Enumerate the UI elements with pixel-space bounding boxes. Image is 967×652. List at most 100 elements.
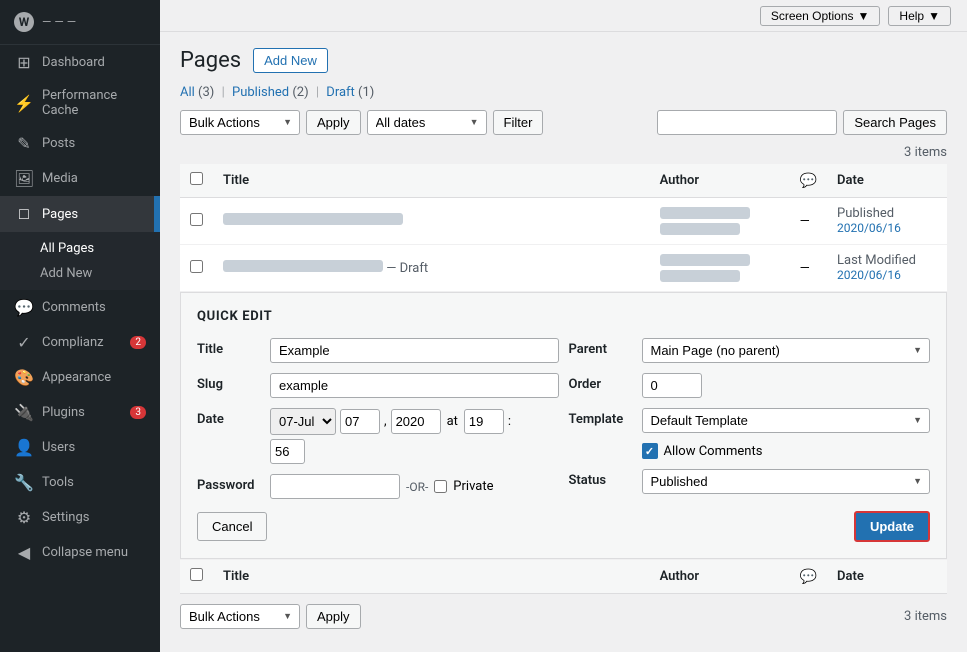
sidebar-item-settings[interactable]: ⚙ Settings <box>0 500 160 535</box>
qe-slug-input[interactable] <box>270 373 559 398</box>
sidebar-item-collapse[interactable]: ◀ Collapse menu <box>0 535 160 570</box>
row1-title-blurred <box>223 213 403 225</box>
row1-date-link[interactable]: 2020/06/16 <box>837 221 901 235</box>
apply-button[interactable]: Apply <box>306 110 361 135</box>
qe-parent-label: Parent <box>569 338 634 357</box>
qe-date-row: Date 07-Jul , <box>197 408 559 464</box>
sidebar-item-complianz[interactable]: ✓ Complianz 2 <box>0 325 160 360</box>
cancel-button[interactable]: Cancel <box>197 512 267 541</box>
qe-parent-select[interactable]: Main Page (no parent) <box>642 338 931 363</box>
search-pages-button[interactable]: Search Pages <box>843 110 947 135</box>
table-row: — Draft — Last Modified 2020/06/16 <box>180 245 947 292</box>
bottom-apply-button[interactable]: Apply <box>306 604 361 629</box>
screen-options-button[interactable]: Screen Options ▼ <box>760 6 881 26</box>
items-count-top: 3 items <box>180 145 947 160</box>
sidebar-item-pages[interactable]: □ Pages <box>0 196 160 232</box>
row2-checkbox[interactable] <box>190 260 203 273</box>
sidebar-item-appearance[interactable]: 🎨 Appearance <box>0 360 160 395</box>
sidebar-subitem-all-pages[interactable]: All Pages <box>40 236 160 261</box>
comments-column-header[interactable]: 💬 <box>790 164 827 198</box>
qe-min-input[interactable] <box>270 439 305 464</box>
bottom-date-header[interactable]: Date <box>827 560 947 594</box>
sidebar: W — — — ⊞ Dashboard ⚡ Performance Cache … <box>0 0 160 652</box>
row2-status: Last Modified <box>837 253 916 268</box>
sidebar-item-plugins[interactable]: 🔌 Plugins 3 <box>0 395 160 430</box>
filter-published-link[interactable]: Published (2) <box>232 85 309 100</box>
title-column-header[interactable]: Title <box>213 164 650 198</box>
media-icon: 🖼 <box>14 169 34 188</box>
author-header-label: Author <box>660 173 700 188</box>
add-new-button[interactable]: Add New <box>253 48 328 73</box>
filter-all-link[interactable]: All (3) <box>180 85 214 100</box>
row1-author-line2 <box>660 223 740 235</box>
all-dates-select-wrapper[interactable]: All dates <box>367 110 487 135</box>
filter-button[interactable]: Filter <box>493 110 544 135</box>
active-arrow <box>154 196 160 232</box>
sidebar-item-tools[interactable]: 🔧 Tools <box>0 465 160 500</box>
quick-edit-grid: Title Slug Date <box>197 338 930 499</box>
qe-date-label: Date <box>197 408 262 427</box>
help-button[interactable]: Help ▼ <box>888 6 951 26</box>
qe-allow-comments-checkbox[interactable] <box>642 443 658 459</box>
bottom-title-header[interactable]: Title <box>213 560 650 594</box>
row2-date-link[interactable]: 2020/06/16 <box>837 268 901 282</box>
qe-date-row-2 <box>270 439 511 464</box>
qe-month-select[interactable]: 07-Jul <box>270 408 336 435</box>
qe-title-input[interactable] <box>270 338 559 363</box>
qe-private-checkbox[interactable] <box>434 480 447 493</box>
qe-date-row-1: 07-Jul , at : <box>270 408 511 435</box>
complianz-icon: ✓ <box>14 333 34 352</box>
sidebar-item-performance-cache[interactable]: ⚡ Performance Cache <box>0 80 160 126</box>
sidebar-item-users[interactable]: 👤 Users <box>0 430 160 465</box>
date-column-header[interactable]: Date <box>827 164 947 198</box>
table-header-row: Title Author 💬 Date <box>180 164 947 198</box>
row2-author-line1 <box>660 254 750 266</box>
qe-password-inputs: -OR- Private <box>270 474 493 499</box>
sidebar-item-dashboard[interactable]: ⊞ Dashboard <box>0 45 160 80</box>
search-input[interactable] <box>657 110 837 135</box>
sidebar-item-posts[interactable]: ✎ Posts <box>0 126 160 161</box>
sidebar-item-label: Media <box>42 171 78 186</box>
select-all-checkbox[interactable] <box>190 172 203 185</box>
all-dates-select[interactable]: All dates <box>367 110 487 135</box>
bottom-bulk-actions-select[interactable]: Bulk Actions <box>180 604 300 629</box>
bulk-actions-select-wrapper[interactable]: Bulk Actions <box>180 110 300 135</box>
qe-hour-input[interactable] <box>464 409 504 434</box>
sidebar-item-comments[interactable]: 💬 Comments <box>0 290 160 325</box>
complianz-badge: 2 <box>130 336 146 349</box>
row1-comments-value: — <box>800 214 810 229</box>
toolbar-right: Search Pages <box>657 110 947 135</box>
bottom-bulk-actions-wrapper[interactable]: Bulk Actions <box>180 604 300 629</box>
qe-template-select-wrapper[interactable]: Default Template <box>642 408 931 433</box>
bottom-author-header[interactable]: Author <box>650 560 790 594</box>
collapse-icon: ◀ <box>14 543 34 562</box>
update-button[interactable]: Update <box>854 511 930 542</box>
settings-icon: ⚙ <box>14 508 34 527</box>
qe-order-input[interactable] <box>642 373 702 398</box>
qe-template-select[interactable]: Default Template <box>642 408 931 433</box>
sidebar-subitem-add-new[interactable]: Add New <box>40 261 160 286</box>
qe-comments-spacer <box>569 443 634 447</box>
qe-year-input[interactable] <box>391 409 441 434</box>
bulk-actions-select[interactable]: Bulk Actions <box>180 110 300 135</box>
qe-day-input[interactable] <box>340 409 380 434</box>
top-toolbar: Bulk Actions Apply All dates Filter Sear… <box>180 110 947 135</box>
author-column-header[interactable]: Author <box>650 164 790 198</box>
bottom-comments-header[interactable]: 💬 <box>790 560 827 594</box>
qe-title-label: Title <box>197 338 262 357</box>
qe-status-select[interactable]: Published <box>642 469 931 494</box>
bottom-author-label: Author <box>660 569 700 584</box>
qe-at-text: at <box>447 414 458 429</box>
qe-allow-comments: Allow Comments <box>642 443 763 459</box>
row2-date-cell: Last Modified 2020/06/16 <box>827 245 947 292</box>
all-pages-label: All Pages <box>40 241 94 256</box>
row1-checkbox[interactable] <box>190 213 203 226</box>
qe-password-input[interactable] <box>270 474 400 499</box>
filter-draft-link[interactable]: Draft (1) <box>326 85 374 100</box>
qe-parent-select-wrapper[interactable]: Main Page (no parent) <box>642 338 931 363</box>
filter-links: All (3) | Published (2) | Draft (1) <box>180 85 947 100</box>
qe-template-row: Template Default Template <box>569 408 931 433</box>
qe-status-select-wrapper[interactable]: Published <box>642 469 931 494</box>
bottom-select-all-checkbox[interactable] <box>190 568 203 581</box>
sidebar-item-media[interactable]: 🖼 Media <box>0 161 160 196</box>
